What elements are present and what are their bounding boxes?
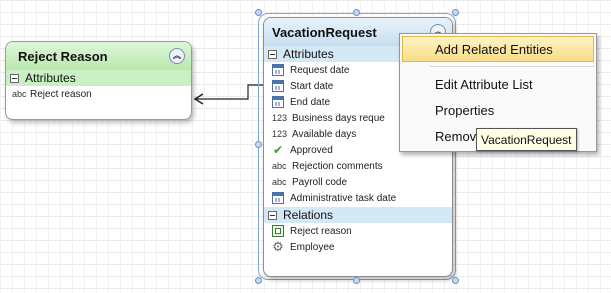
attribute-name: Rejection comments [292, 160, 383, 172]
attribute-row[interactable]: abc Rejection comments [264, 158, 452, 174]
entity-title: Reject Reason [18, 48, 108, 64]
calendar-icon [272, 96, 284, 108]
double-chevron-up-icon[interactable]: ︽ [169, 48, 185, 64]
attribute-name: Administrative task date [290, 192, 397, 204]
connector-arrowhead-icon [193, 93, 204, 105]
resize-handle[interactable] [353, 277, 360, 284]
relation-name: Employee [290, 241, 335, 253]
relation-row[interactable]: Reject reason [264, 223, 452, 239]
resize-handle[interactable] [255, 277, 262, 284]
attribute-row[interactable]: Administrative task date [264, 190, 452, 206]
resize-handle[interactable] [452, 277, 459, 284]
attribute-name: Approved [290, 144, 333, 156]
menu-item-properties[interactable]: Properties [400, 97, 596, 123]
section-label: Attributes [25, 71, 76, 85]
section-label: Attributes [283, 47, 334, 61]
attribute-name: Business days reque [292, 112, 385, 124]
type-label: abc [272, 177, 287, 187]
entity-header: Reject Reason ︽ [6, 42, 191, 70]
attribute-name: Start date [290, 80, 334, 92]
reject-reason-entity[interactable]: Reject Reason ︽ Attributes abc Reject re… [5, 41, 192, 120]
attribute-name: Available days [292, 128, 357, 140]
collapse-section-icon[interactable] [268, 49, 277, 59]
menu-item-edit-attribute-list[interactable]: Edit Attribute List [400, 71, 596, 97]
relation-icon [272, 225, 284, 237]
attribute-name: Request date [290, 64, 350, 76]
collapse-section-icon[interactable] [10, 73, 19, 83]
section-label: Relations [283, 208, 334, 222]
attribute-name: End date [290, 96, 331, 108]
calendar-icon [272, 80, 284, 92]
resize-handle[interactable] [452, 9, 459, 16]
checkmark-icon: ✔ [272, 143, 284, 157]
type-label: abc [272, 161, 287, 171]
resize-handle[interactable] [353, 9, 360, 16]
menu-item-add-related-entities[interactable]: Add Related Entities [402, 36, 594, 62]
relation-name: Reject reason [290, 225, 352, 237]
attribute-name: Reject reason [30, 88, 92, 100]
menu-separator [430, 66, 594, 67]
entity-title: VacationRequest [272, 24, 377, 40]
relation-list: Reject reason ⚙ Employee [264, 223, 452, 255]
collapse-section-icon[interactable] [268, 210, 277, 220]
type-label: 123 [272, 113, 288, 123]
relations-section-header[interactable]: Relations [264, 207, 452, 223]
tooltip: VacationRequest [476, 128, 577, 151]
resize-handle[interactable] [255, 9, 262, 16]
gear-icon: ⚙ [272, 239, 284, 254]
resize-handle[interactable] [255, 141, 262, 148]
attribute-row[interactable]: abc Reject reason [6, 86, 191, 102]
type-label: abc [12, 89, 27, 99]
calendar-icon [272, 64, 284, 76]
calendar-icon [272, 192, 284, 204]
type-label: 123 [272, 129, 288, 139]
attributes-section-header[interactable]: Attributes [6, 70, 191, 86]
attribute-row[interactable]: abc Payroll code [264, 174, 452, 190]
relation-row[interactable]: ⚙ Employee [264, 239, 452, 255]
attribute-name: Payroll code [292, 176, 348, 188]
